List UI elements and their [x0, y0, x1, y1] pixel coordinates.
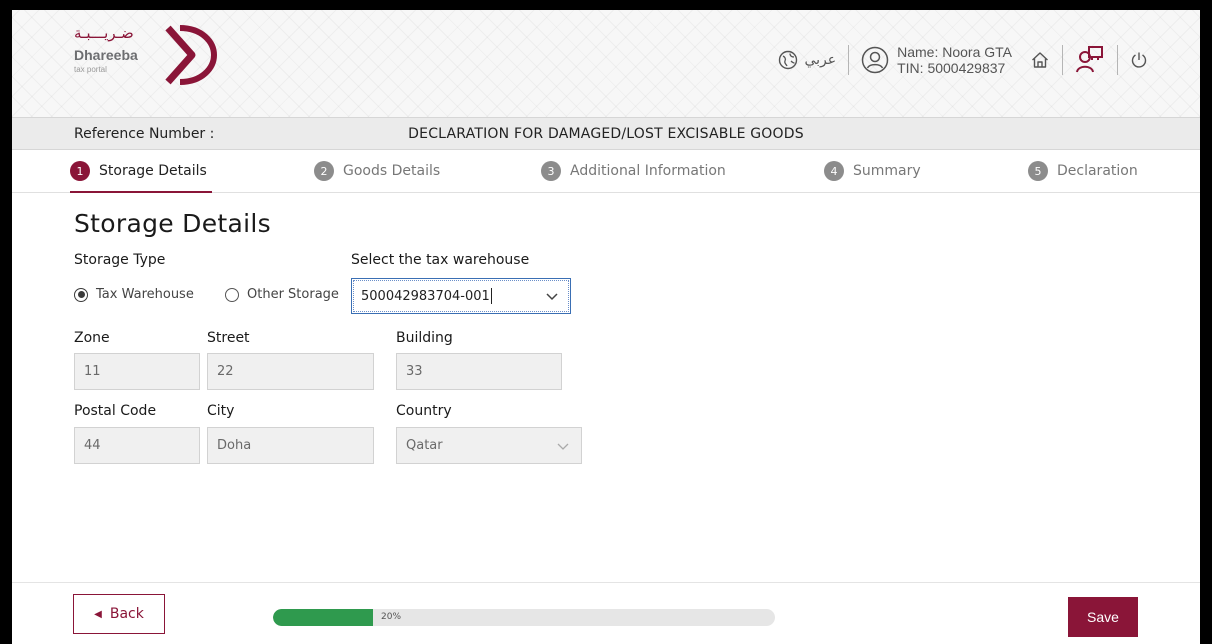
header-divider [1117, 45, 1118, 75]
country-value: Qatar [406, 438, 443, 453]
step-label: Summary [853, 163, 921, 179]
chevron-down-icon[interactable] [546, 290, 558, 306]
radio-other-storage[interactable]: Other Storage [225, 287, 339, 302]
step-number: 4 [824, 161, 844, 181]
active-step-indicator [70, 191, 212, 193]
step-label: Storage Details [99, 163, 207, 179]
users-icon[interactable] [1075, 45, 1105, 75]
country-label: Country [396, 403, 452, 419]
city-label: City [207, 403, 235, 419]
header-actions: عربي Name: Noora GTA TIN: 5000429837 [778, 32, 1148, 88]
progress-text: 20% [381, 612, 402, 622]
step-goods-details[interactable]: 2 Goods Details [314, 161, 440, 181]
user-profile[interactable]: Name: Noora GTA TIN: 5000429837 [861, 44, 1012, 76]
radio-tax-warehouse[interactable]: Tax Warehouse [74, 287, 194, 302]
home-icon[interactable] [1030, 50, 1050, 70]
top-header: ضـريـــبـة Dhareeba tax portal عربي Name… [12, 10, 1200, 117]
user-icon [861, 46, 889, 74]
step-label: Goods Details [343, 163, 441, 179]
wizard-footer: ◀ Back 20% Save [12, 582, 1200, 644]
warehouse-label: Select the tax warehouse [351, 252, 530, 268]
user-info: Name: Noora GTA TIN: 5000429837 [897, 44, 1012, 76]
step-number: 5 [1028, 161, 1048, 181]
country-select[interactable]: Qatar [396, 427, 582, 464]
step-label: Declaration [1057, 163, 1138, 179]
building-label: Building [396, 330, 453, 346]
zone-value: 11 [84, 364, 101, 379]
step-number: 1 [70, 161, 90, 181]
storage-type-label: Storage Type [74, 252, 166, 268]
postal-code-field[interactable]: 44 [74, 427, 200, 464]
chevron-down-icon[interactable] [557, 440, 569, 456]
header-divider [848, 45, 850, 75]
city-field[interactable]: Doha [207, 427, 374, 464]
text-caret [490, 288, 492, 304]
progress-bar-fill [273, 609, 374, 626]
step-summary[interactable]: 4 Summary [824, 161, 921, 181]
postal-code-value: 44 [84, 438, 101, 453]
logo-subtitle: tax portal [74, 65, 107, 74]
city-value: Doha [217, 438, 252, 453]
wizard-stepper: 1 Storage Details 2 Goods Details 3 Addi… [12, 150, 1200, 193]
language-label: عربي [804, 52, 837, 68]
logo-english-text: Dhareeba [74, 47, 138, 63]
step-label: Additional Information [570, 163, 726, 179]
dhareeba-logo[interactable]: ضـريـــبـة Dhareeba tax portal [74, 24, 234, 90]
step-declaration[interactable]: 5 Declaration [1028, 161, 1138, 181]
radio-tax-warehouse-label: Tax Warehouse [96, 287, 194, 302]
logo-arabic-text: ضـريـــبـة [74, 24, 134, 42]
declaration-title: DECLARATION FOR DAMAGED/LOST EXCISABLE G… [408, 126, 804, 142]
building-value: 33 [406, 364, 423, 379]
step-number: 3 [541, 161, 561, 181]
zone-field[interactable]: 11 [74, 353, 200, 390]
header-divider [1062, 45, 1063, 75]
step-storage-details[interactable]: 1 Storage Details [70, 161, 207, 181]
postal-code-label: Postal Code [74, 403, 157, 419]
radio-other-storage-label: Other Storage [247, 287, 339, 302]
power-icon[interactable] [1130, 51, 1148, 69]
app-window: ضـريـــبـة Dhareeba tax portal عربي Name… [12, 10, 1200, 644]
street-label: Street [207, 330, 250, 346]
globe-icon [778, 50, 798, 70]
back-button[interactable]: ◀ Back [73, 594, 165, 634]
progress-bar: 20% [273, 609, 775, 626]
zone-label: Zone [74, 330, 110, 346]
step-additional-information[interactable]: 3 Additional Information [541, 161, 726, 181]
street-field[interactable]: 22 [207, 353, 374, 390]
building-field[interactable]: 33 [396, 353, 562, 390]
language-switch[interactable]: عربي [778, 50, 836, 70]
tax-warehouse-value: 500042983704-001 [361, 288, 490, 304]
logo-chevron-icon [165, 25, 218, 85]
page-title: Storage Details [74, 209, 271, 238]
radio-checked-icon[interactable] [74, 287, 88, 302]
save-button[interactable]: Save [1068, 597, 1138, 637]
street-value: 22 [217, 364, 234, 379]
user-name: Name: Noora GTA [897, 44, 1012, 60]
back-button-label: Back [109, 606, 144, 622]
declaration-titlebar: Reference Number : DECLARATION FOR DAMAG… [12, 117, 1200, 150]
step-number: 2 [314, 161, 334, 181]
radio-unchecked-icon[interactable] [225, 287, 239, 302]
tax-warehouse-select[interactable]: 500042983704-001 [351, 278, 571, 314]
caret-left-icon: ◀ [94, 608, 102, 620]
user-tin: TIN: 5000429837 [897, 60, 1006, 76]
